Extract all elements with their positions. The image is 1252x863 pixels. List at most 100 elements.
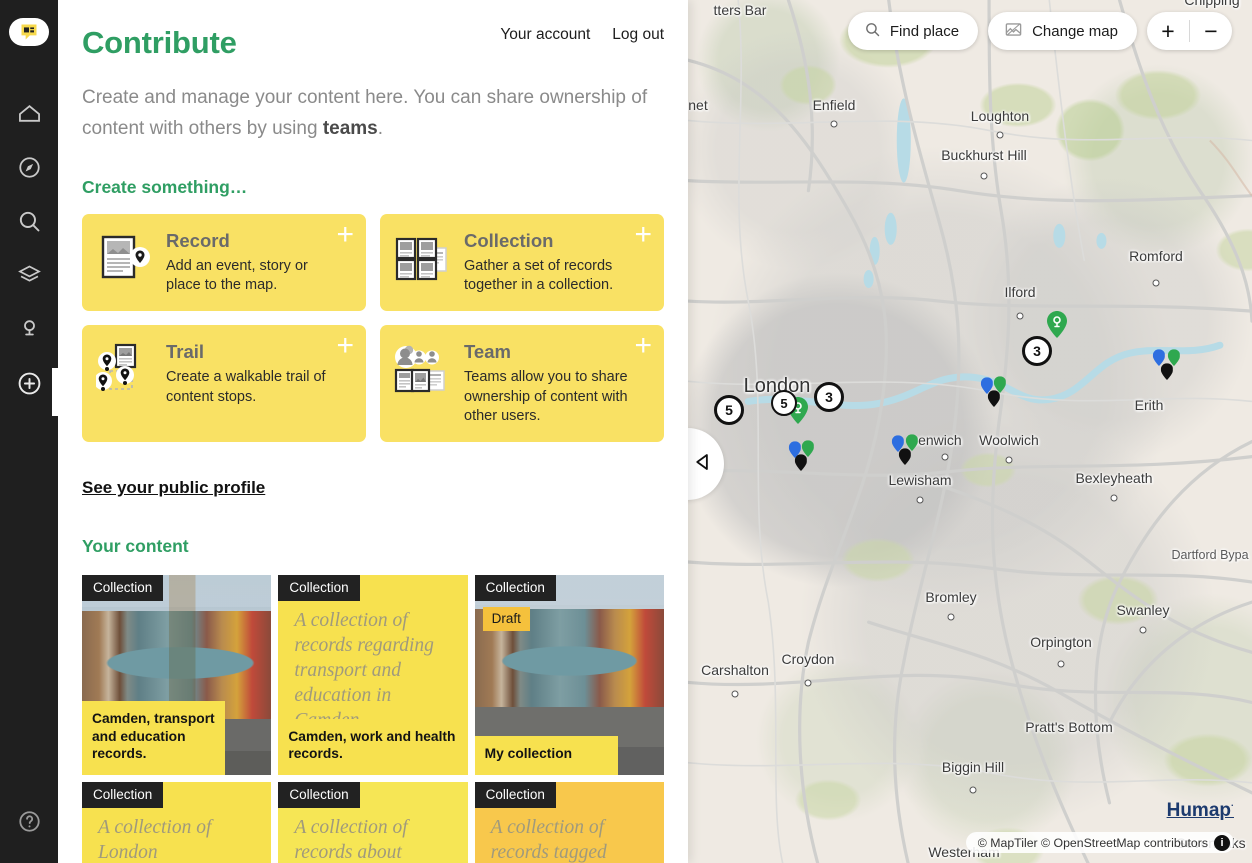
map-place-dot — [804, 679, 812, 687]
plus-circle-icon — [15, 369, 44, 398]
map-label: Pratt's Bottom — [1025, 719, 1113, 735]
account-links: Your account Log out — [500, 20, 664, 44]
map-label: Dartford Bypa — [1171, 548, 1249, 562]
map-place-dot — [731, 690, 739, 698]
card-type-badge: Collection — [474, 782, 556, 809]
log-out-link[interactable]: Log out — [612, 26, 664, 44]
card-draft-badge: Draft — [482, 607, 530, 632]
map-place-dot — [969, 786, 977, 794]
sidebar-item-home[interactable] — [0, 92, 58, 134]
sidebar-item-help[interactable] — [0, 800, 58, 842]
map-place-dot — [980, 172, 988, 180]
zoom-out-button[interactable]: − — [1190, 12, 1232, 50]
content-card[interactable]: Collection Draft My collection — [474, 575, 664, 776]
map-label: Enfield — [812, 97, 856, 113]
your-account-link[interactable]: Your account — [500, 26, 590, 44]
humap-brand-text: Humap — [1166, 800, 1231, 821]
map-area[interactable]: Chipping tters Bar Enfield Loughton net Buckh… — [688, 0, 1252, 863]
map-place-dot — [1110, 494, 1118, 502]
add-record-button[interactable]: + — [336, 219, 354, 249]
map-label: Orpington — [1030, 634, 1092, 650]
humap-brand-link[interactable]: Humap· — [1167, 800, 1234, 822]
map-label: Ilford — [1004, 284, 1036, 300]
sidebar-item-places[interactable] — [0, 307, 58, 349]
active-panel-indicator — [52, 368, 62, 416]
see-public-profile-link[interactable]: See your public profile — [82, 478, 265, 498]
map-cluster-marker[interactable]: 5 — [771, 390, 797, 416]
panel-intro: Create and manage your content here. You… — [82, 83, 652, 145]
create-trail-card[interactable]: + Trail Create a walkable trail of conte… — [82, 325, 366, 443]
map-label: Erith — [1134, 397, 1164, 413]
home-icon — [16, 100, 43, 127]
map-place-labels: Chipping tters Bar Enfield Loughton net Buckh… — [688, 0, 1252, 863]
map-label: Bromley — [925, 589, 977, 605]
sidebar-item-search[interactable] — [0, 200, 58, 242]
sidebar-item-layers[interactable] — [0, 254, 58, 296]
left-icon-rail — [0, 0, 62, 863]
map-label: Biggin Hill — [941, 759, 1005, 775]
create-cards-grid: + Record Add an event, story or place to… — [82, 213, 664, 443]
find-place-label: Find place — [889, 22, 960, 40]
create-record-card[interactable]: + Record Add an event, story or place to… — [82, 213, 366, 312]
triangle-left-icon — [692, 451, 713, 478]
map-pin-marker[interactable] — [987, 390, 1001, 407]
map-label: Swanley — [1116, 602, 1170, 618]
collection-grid-icon — [394, 228, 452, 296]
map-place-dot — [916, 496, 924, 504]
create-card-desc: Add an event, story or place to the map. — [166, 257, 308, 293]
page-title: Contribute — [82, 25, 237, 60]
map-place-dot — [1057, 660, 1065, 668]
find-place-button[interactable]: Find place — [847, 12, 979, 50]
create-card-title: Record — [166, 229, 230, 251]
map-label: Croydon — [781, 651, 835, 667]
map-pin-marker[interactable] — [1047, 311, 1067, 338]
map-cluster-marker[interactable]: 5 — [714, 395, 744, 425]
map-place-dot — [996, 131, 1004, 139]
change-map-label: Change map — [1032, 22, 1118, 40]
map-pin-marker[interactable] — [794, 454, 808, 471]
map-label: Chipping — [1184, 0, 1240, 8]
map-pin-marker[interactable] — [898, 448, 912, 465]
map-place-dot — [1139, 626, 1147, 634]
info-icon[interactable]: i — [1214, 834, 1230, 851]
content-cards-grid: Collection Camden, transport and educati… — [82, 575, 664, 863]
map-place-dot — [941, 453, 949, 461]
your-content-heading: Your content — [82, 536, 189, 557]
map-pin-marker[interactable] — [1160, 363, 1174, 380]
map-cluster-marker[interactable]: 3 — [1022, 336, 1052, 366]
create-team-card[interactable]: + Team Teams allow you to share ownershi… — [380, 325, 664, 443]
content-card[interactable]: Collection A collection of records about — [278, 782, 468, 863]
map-place-dot — [1016, 312, 1024, 320]
create-card-desc: Gather a set of records together in a co… — [464, 257, 614, 293]
create-card-title: Collection — [464, 229, 554, 251]
sidebar-item-explore[interactable] — [0, 146, 58, 188]
map-place-dot — [1152, 279, 1160, 287]
map-label: net — [688, 97, 708, 113]
content-card[interactable]: Collection A collection of records tagge… — [474, 782, 664, 863]
add-collection-button[interactable]: + — [634, 219, 652, 249]
map-place-dot — [1005, 456, 1013, 464]
search-icon — [16, 208, 43, 235]
create-collection-card[interactable]: + Collection Gather a set of records tog… — [380, 213, 664, 312]
map-place-dot — [830, 120, 838, 128]
add-trail-button[interactable]: + — [336, 331, 354, 361]
humap-brand-mark: · — [1231, 800, 1234, 811]
map-label: Loughton — [970, 108, 1030, 124]
sidebar-item-contribute[interactable] — [0, 362, 58, 404]
map-image-icon — [1004, 20, 1023, 43]
map-label: Lewisham — [888, 472, 952, 488]
content-card[interactable]: Collection A collection of London — [82, 782, 272, 863]
humap-logo-icon[interactable] — [9, 18, 49, 46]
zoom-in-button[interactable]: + — [1147, 12, 1189, 50]
create-card-desc: Teams allow you to share ownership of co… — [464, 369, 628, 424]
location-pin-icon — [16, 315, 43, 342]
card-caption: Camden, work and health records. — [278, 718, 468, 776]
content-card[interactable]: Collection Camden, transport and educati… — [82, 575, 272, 776]
map-cluster-marker[interactable]: 3 — [814, 382, 844, 412]
add-team-button[interactable]: + — [634, 331, 652, 361]
content-card[interactable]: Collection A collection of records regar… — [278, 575, 468, 776]
trail-pins-icon — [94, 339, 154, 426]
change-map-button[interactable]: Change map — [988, 12, 1137, 50]
map-place-dot — [947, 613, 955, 621]
search-icon — [864, 21, 881, 42]
